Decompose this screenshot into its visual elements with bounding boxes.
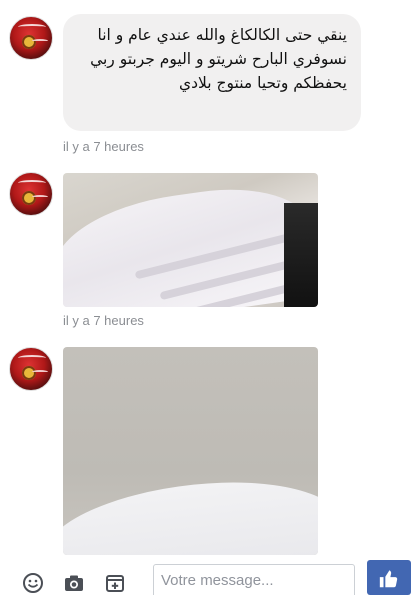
sink-tray-shape <box>63 469 318 555</box>
like-icon <box>379 570 398 588</box>
like-button[interactable] <box>367 560 411 595</box>
sender-avatar[interactable] <box>9 16 53 60</box>
message-timestamp: il y a 7 heures <box>63 313 144 328</box>
message-photo[interactable] <box>63 173 318 307</box>
message-input-placeholder: Votre message... <box>161 572 274 589</box>
message-input[interactable]: Votre message... <box>153 564 355 595</box>
camera-icon[interactable] <box>63 572 85 594</box>
message-text: ينقي حتى الكالكاغ والله عندي عام و انا ن… <box>90 26 347 92</box>
message-timestamp: il y a 7 heures <box>63 139 144 154</box>
emoji-icon[interactable] <box>22 572 44 594</box>
sender-avatar[interactable] <box>9 172 53 216</box>
message-bubble[interactable]: ينقي حتى الكالكاغ والله عندي عام و انا ن… <box>63 14 361 131</box>
message-composer: Votre message... <box>0 560 417 595</box>
sender-avatar[interactable] <box>9 347 53 391</box>
sticker-icon[interactable] <box>104 572 126 594</box>
message-photo[interactable] <box>63 347 318 555</box>
messenger-conversation: ينقي حتى الكالكاغ والله عندي عام و انا ن… <box>0 0 417 595</box>
